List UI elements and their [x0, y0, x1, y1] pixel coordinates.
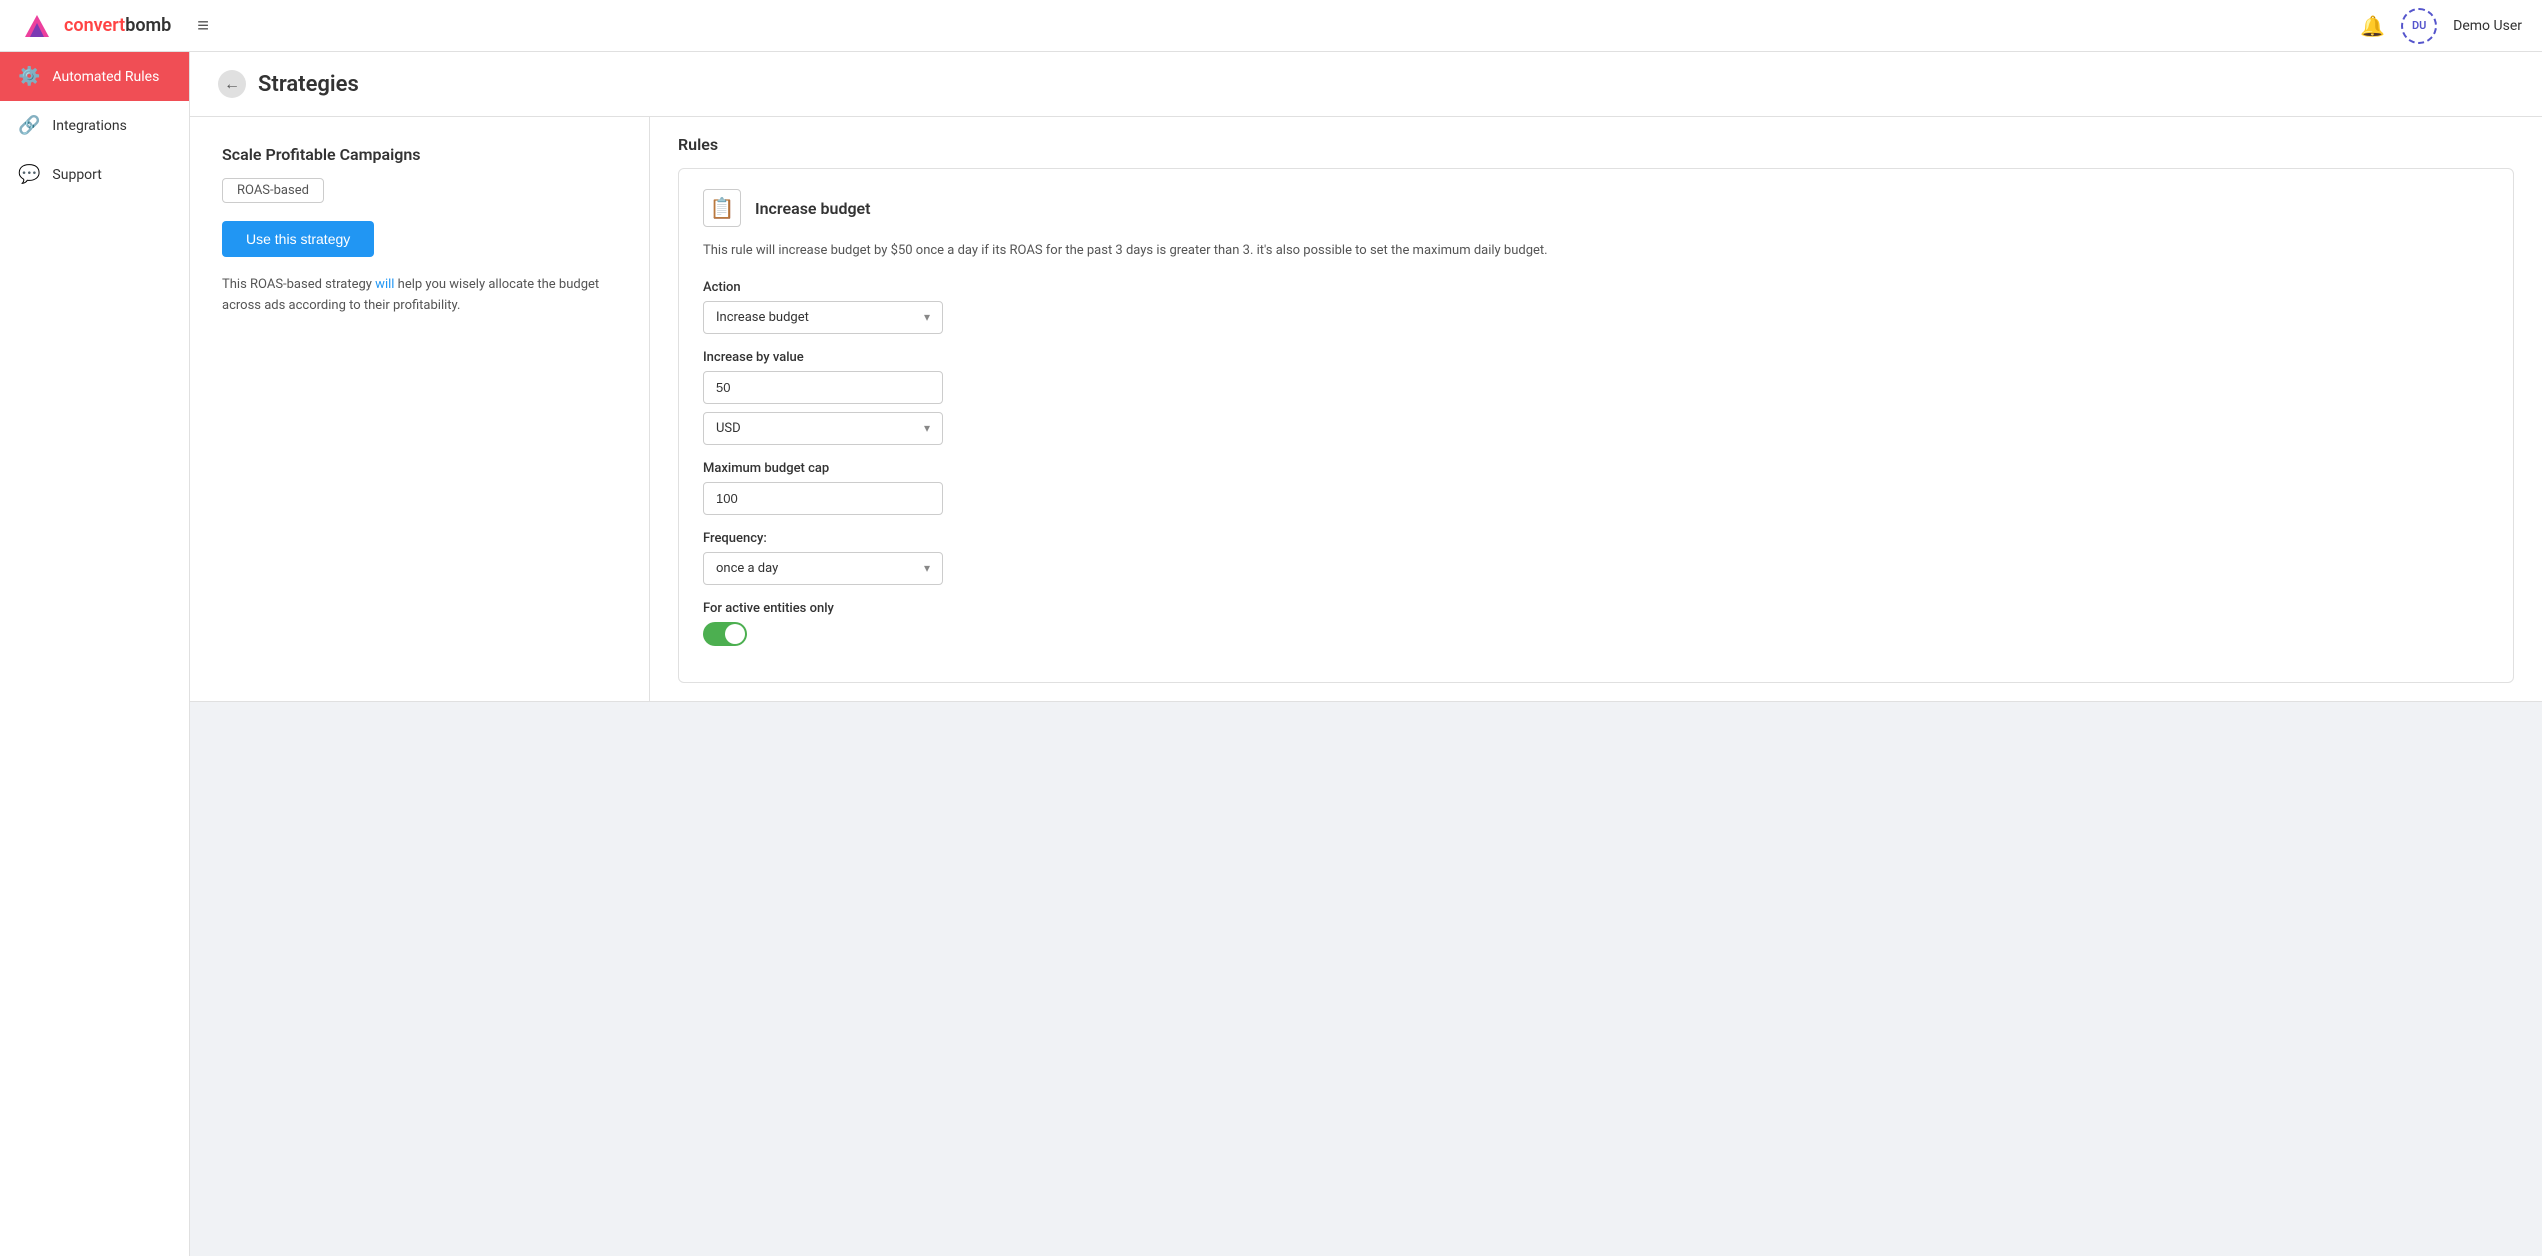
sidebar-item-support[interactable]: 💬 Support: [0, 150, 189, 199]
currency-chevron-icon: ▾: [924, 421, 930, 435]
max-budget-field-group: Maximum budget cap: [703, 461, 2489, 515]
action-label: Action: [703, 280, 2489, 295]
frequency-chevron-icon: ▾: [924, 561, 930, 575]
max-budget-input[interactable]: [703, 482, 943, 515]
page-title: Strategies: [258, 72, 359, 97]
rule-card-icon: 📋: [703, 189, 741, 227]
active-entities-toggle[interactable]: [703, 622, 747, 646]
frequency-field-group: Frequency: once a day ▾: [703, 531, 2489, 585]
active-entities-field-group: For active entities only: [703, 601, 2489, 646]
avatar: DU: [2401, 8, 2437, 44]
toggle-container: [703, 622, 2489, 646]
rules-label: Rules: [678, 135, 2514, 154]
logo-text: convertbomb: [64, 15, 171, 36]
main-layout: ⚙️ Automated Rules 🔗 Integrations 💬 Supp…: [0, 52, 2542, 1256]
strategy-tag: ROAS-based: [222, 178, 324, 203]
max-budget-label: Maximum budget cap: [703, 461, 2489, 476]
action-chevron-icon: ▾: [924, 310, 930, 324]
sidebar-item-integrations[interactable]: 🔗 Integrations: [0, 101, 189, 150]
user-name: Demo User: [2453, 18, 2522, 34]
sidebar-item-automated-rules[interactable]: ⚙️ Automated Rules: [0, 52, 189, 101]
strategy-section: Scale Profitable Campaigns ROAS-based Us…: [190, 117, 2542, 702]
rules-right: Rules 📋 Increase budget This rule will i…: [650, 117, 2542, 701]
back-button[interactable]: ←: [218, 70, 246, 98]
logo-icon: [20, 9, 54, 43]
strategy-left: Scale Profitable Campaigns ROAS-based Us…: [190, 117, 650, 701]
currency-select[interactable]: USD ▾: [703, 412, 943, 445]
action-field-group: Action Increase budget ▾: [703, 280, 2489, 334]
integrations-icon: 🔗: [18, 115, 40, 136]
frequency-label: Frequency:: [703, 531, 2489, 546]
page-header: ← Strategies: [190, 52, 2542, 117]
rule-card-header: 📋 Increase budget: [703, 189, 2489, 227]
strategy-name: Scale Profitable Campaigns: [222, 145, 617, 164]
use-strategy-button[interactable]: Use this strategy: [222, 221, 374, 257]
content: ← Strategies Scale Profitable Campaigns …: [190, 52, 2542, 1256]
header: convertbomb ≡ 🔔 DU Demo User: [0, 0, 2542, 52]
hamburger-icon[interactable]: ≡: [197, 13, 209, 38]
sidebar: ⚙️ Automated Rules 🔗 Integrations 💬 Supp…: [0, 52, 190, 1256]
increase-by-input[interactable]: [703, 371, 943, 404]
support-icon: 💬: [18, 164, 40, 185]
sidebar-item-label-automated-rules: Automated Rules: [52, 69, 159, 85]
frequency-select-value: once a day: [716, 561, 778, 576]
action-select-value: Increase budget: [716, 310, 809, 325]
sidebar-item-label-integrations: Integrations: [52, 118, 126, 134]
increase-by-label: Increase by value: [703, 350, 2489, 365]
strategy-desc-link: will: [375, 277, 394, 292]
active-entities-label: For active entities only: [703, 601, 2489, 616]
header-left: convertbomb ≡: [20, 9, 209, 43]
action-select[interactable]: Increase budget ▾: [703, 301, 943, 334]
strategy-description: This ROAS-based strategy will help you w…: [222, 275, 617, 317]
bell-icon[interactable]: 🔔: [2360, 14, 2385, 38]
rule-title: Increase budget: [755, 199, 871, 218]
automated-rules-icon: ⚙️: [18, 66, 40, 87]
frequency-select[interactable]: once a day ▾: [703, 552, 943, 585]
increase-by-field-group: Increase by value USD ▾: [703, 350, 2489, 445]
rule-description: This rule will increase budget by $50 on…: [703, 241, 2489, 262]
currency-select-value: USD: [716, 421, 741, 436]
sidebar-item-label-support: Support: [52, 167, 101, 183]
rule-card: 📋 Increase budget This rule will increas…: [678, 168, 2514, 683]
header-right: 🔔 DU Demo User: [2360, 8, 2522, 44]
